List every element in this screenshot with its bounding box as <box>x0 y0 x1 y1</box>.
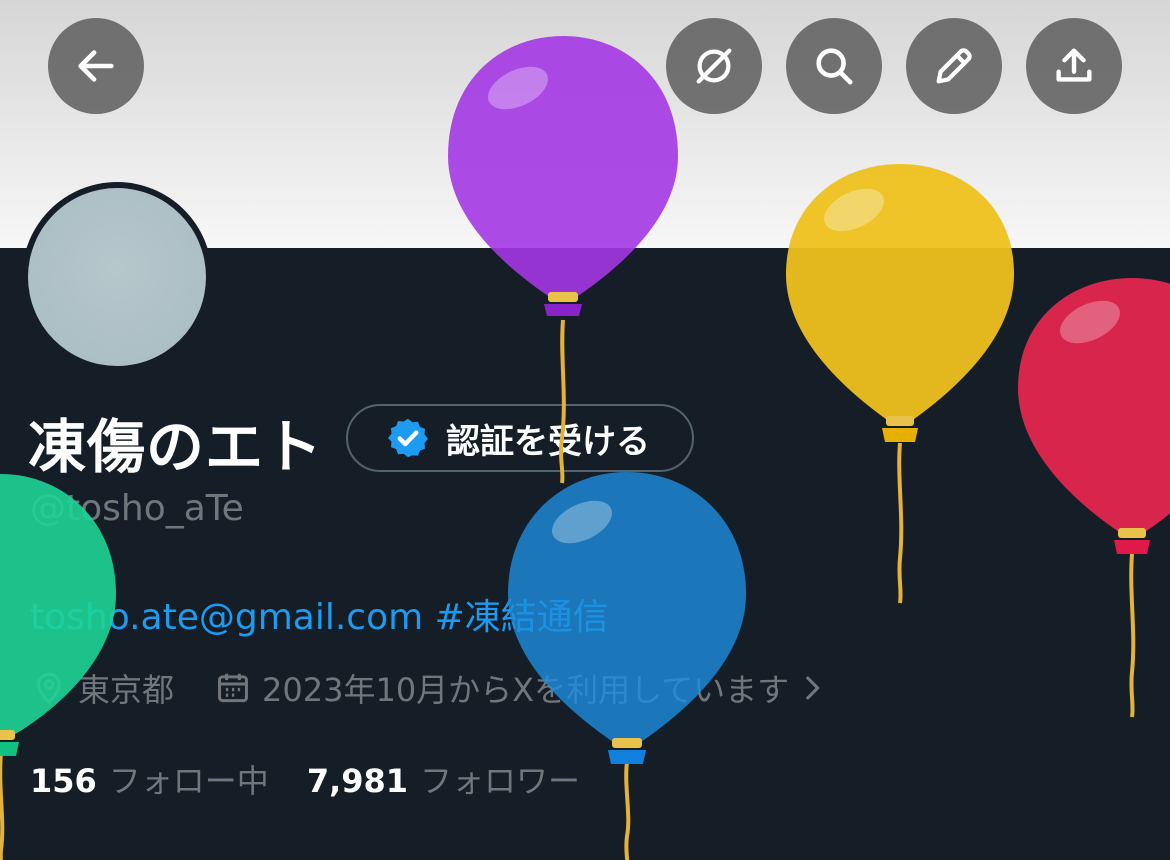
avatar[interactable] <box>28 188 206 366</box>
get-verified-label: 認証を受ける <box>446 421 650 462</box>
followers-count: 7,981 <box>306 762 409 800</box>
profile-meta: 東京都 2023年10月からXを利用しています <box>30 666 829 710</box>
grok-icon <box>696 48 732 84</box>
back-button[interactable] <box>48 18 144 114</box>
share-icon <box>1056 48 1092 82</box>
following-label: フォロー中 <box>108 762 269 800</box>
verified-badge-icon <box>388 418 428 458</box>
search-button[interactable] <box>786 18 882 114</box>
search-icon <box>816 48 853 85</box>
profile-location: 東京都 <box>78 671 175 709</box>
edit-button[interactable] <box>906 18 1002 114</box>
display-name: 凍傷のエト <box>28 413 324 481</box>
chevron-right-icon[interactable] <box>795 671 829 705</box>
followers-label: フォロワー <box>420 762 581 800</box>
followers-link[interactable]: 7,981 フォロワー <box>307 756 580 802</box>
following-link[interactable]: 156 フォロー中 <box>30 756 269 802</box>
location-pin-icon <box>37 672 61 705</box>
bio-hashtag-link[interactable]: #凍結通信 <box>435 597 609 638</box>
arrow-left-icon <box>78 50 114 82</box>
red-balloon <box>1018 278 1170 718</box>
get-verified-button[interactable]: 認証を受ける <box>346 404 694 472</box>
pencil-icon <box>936 48 972 84</box>
profile-joined: 2023年10月からXを利用しています <box>262 671 790 709</box>
calendar-icon <box>218 673 248 703</box>
follow-stats: 156 フォロー中 7,981 フォロワー <box>30 756 580 802</box>
profile-bio: tosho.ate@gmail.com #凍結通信 <box>30 588 609 640</box>
share-button[interactable] <box>1026 18 1122 114</box>
grok-button[interactable] <box>666 18 762 114</box>
profile-handle: @tosho_aTe <box>30 488 244 529</box>
following-count: 156 <box>30 762 97 800</box>
bio-email-link[interactable]: tosho.ate@gmail.com <box>30 597 423 638</box>
